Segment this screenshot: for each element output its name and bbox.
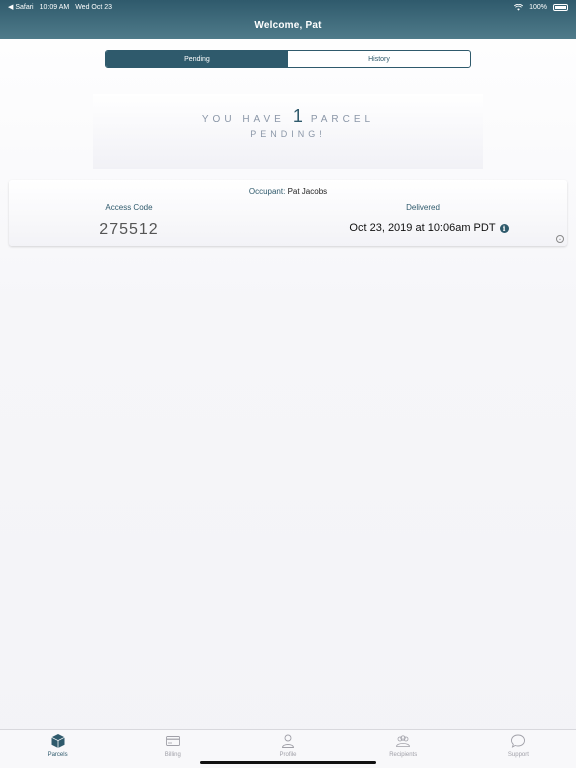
group-icon [396,735,411,747]
delivered-value: Oct 23, 2019 at 10:06am PDT [349,222,496,234]
pending-count-banner: YOU HAVE 1 PARCEL PENDING! [93,94,483,169]
pending-count: 1 [292,106,303,126]
access-code-label: Access Code [105,203,153,212]
wifi-icon [514,3,524,11]
pending-line: YOU HAVE 1 PARCEL [93,106,483,127]
info-icon[interactable]: i [499,223,509,233]
tab-label: Support [507,752,529,758]
occupant-name: Pat Jacobs [287,187,328,196]
occupant-label: Occupant: [248,187,286,196]
tab-label: Recipients [389,752,418,758]
pending-prefix: YOU HAVE [201,114,285,125]
tab-parcels[interactable]: Parcels [0,730,115,768]
tab-label: Profile [279,752,297,758]
chevron-down-icon[interactable]: ⌄ [556,235,564,243]
tab-label: Billing [164,752,181,758]
battery-percent: 100% [529,3,547,11]
card-icon [165,736,180,746]
occupant-row: Occupant: Pat Jacobs [9,187,567,196]
navigation-bar: ◀ Safari 10:09 AM Wed Oct 23 100% Welcom… [0,0,576,39]
delivered-label: Delivered [406,203,440,212]
access-code-value: 275512 [99,221,159,238]
back-to-app-link[interactable]: ◀ Safari [8,3,34,11]
delivered-row: Oct 23, 2019 at 10:06am PDT i [309,222,549,234]
parcel-card[interactable]: Occupant: Pat Jacobs Access Code Deliver… [9,180,567,246]
tab-label: Parcels [47,752,68,758]
chat-bubble-icon [511,734,526,748]
home-indicator[interactable] [200,761,376,764]
status-time: 10:09 AM [39,3,70,11]
person-icon [282,734,294,748]
box-icon [50,734,65,748]
tab-pending[interactable]: Pending [106,51,288,67]
tab-support[interactable]: Support [461,730,576,768]
battery-icon [553,3,568,11]
pending-suffix: PARCEL [310,114,375,125]
segmented-control: Pending History [105,50,471,68]
status-date: Wed Oct 23 [75,3,113,11]
pending-line-2: PENDING! [250,129,326,139]
status-bar: ◀ Safari 10:09 AM Wed Oct 23 100% [8,2,568,12]
tab-history[interactable]: History [288,51,470,67]
page-title: Welcome, Pat [254,20,322,31]
